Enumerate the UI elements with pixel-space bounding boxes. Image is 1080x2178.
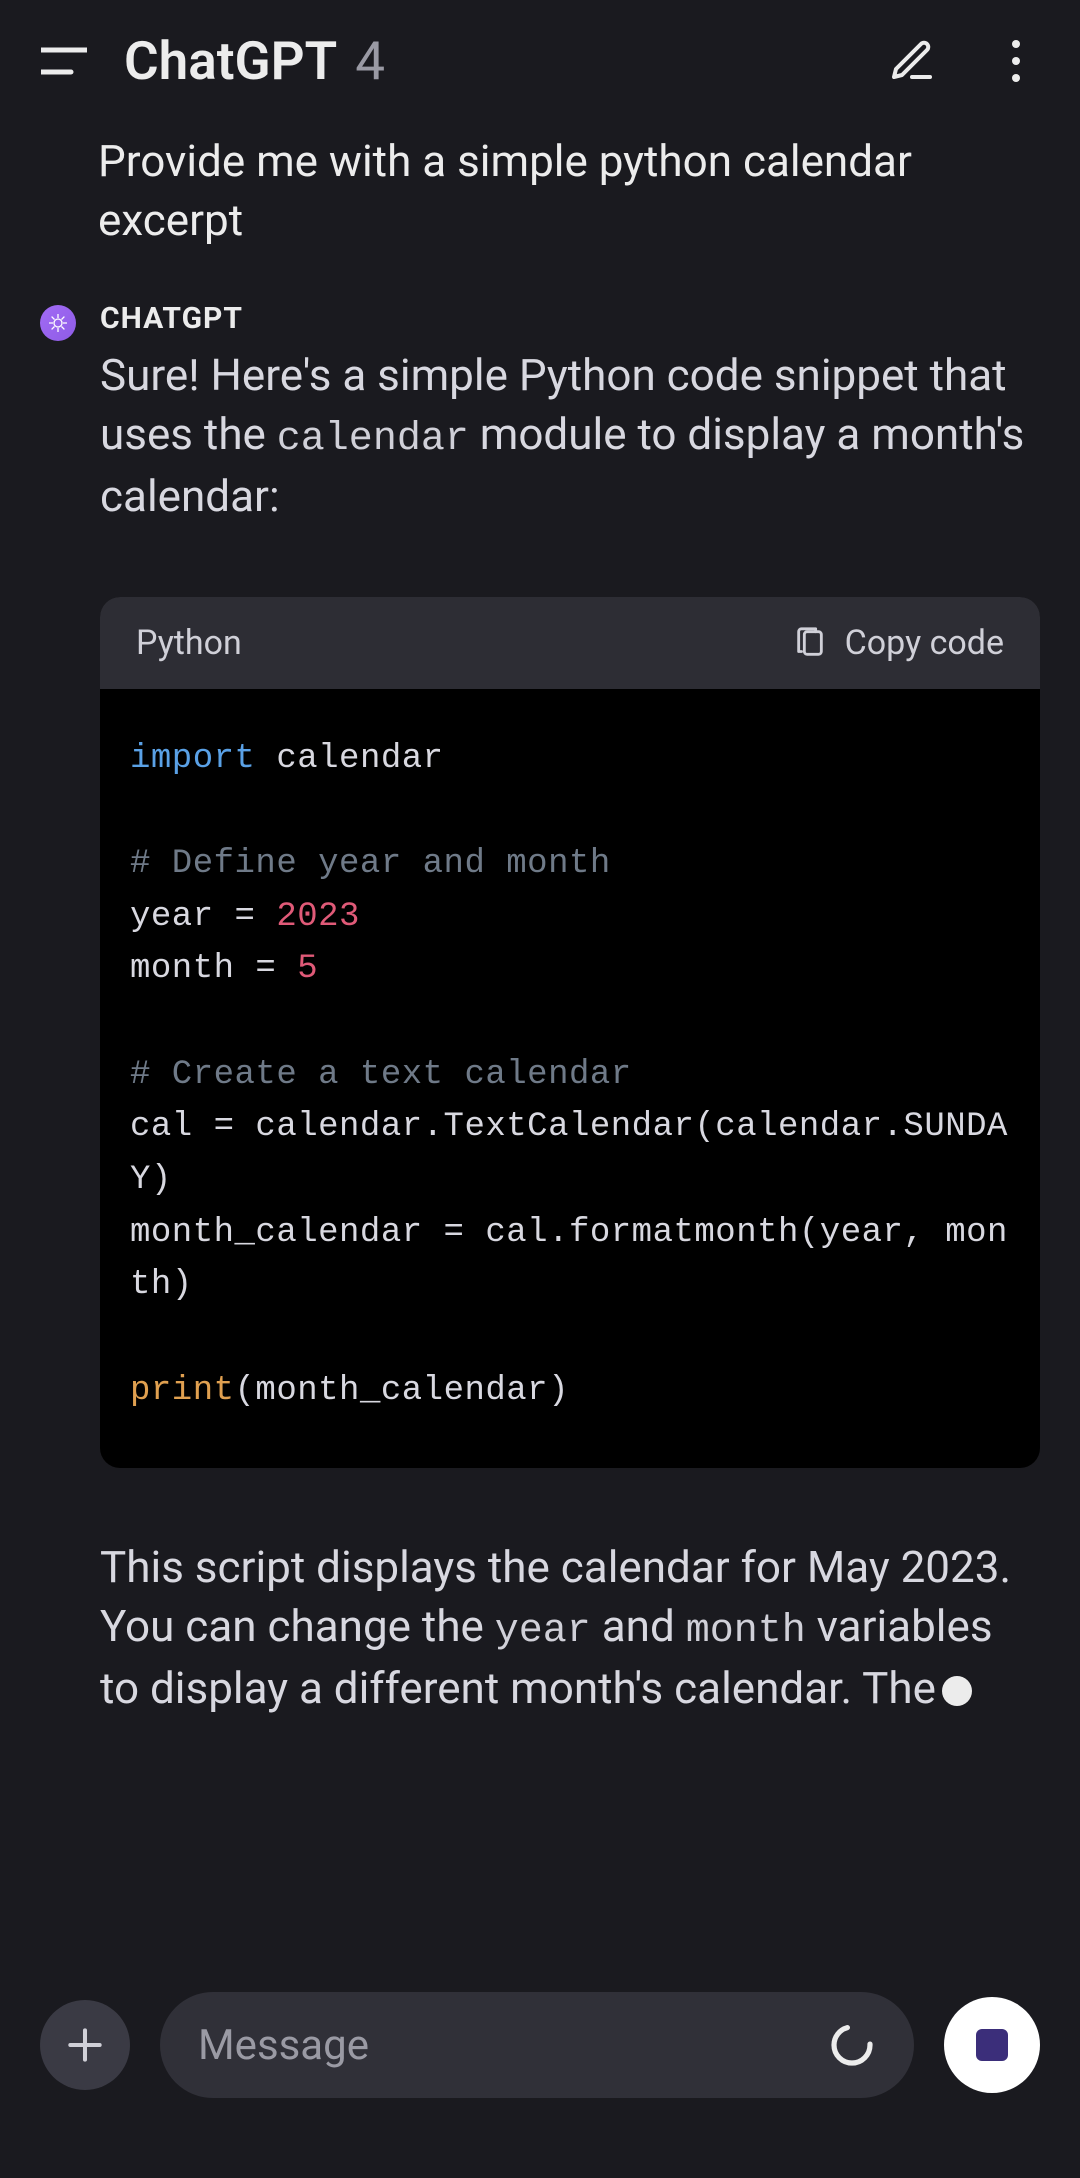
clipboard-icon bbox=[793, 626, 827, 660]
copy-code-label: Copy code bbox=[845, 623, 1004, 663]
assistant-message: CHATGPT Sure! Here's a simple Python cod… bbox=[40, 301, 1040, 1719]
assistant-outro-text: This script displays the calendar for Ma… bbox=[100, 1538, 1040, 1719]
tok-2023: 2023 bbox=[276, 898, 360, 936]
code-language: Python bbox=[136, 623, 242, 663]
assistant-content: CHATGPT Sure! Here's a simple Python cod… bbox=[100, 301, 1040, 1719]
page-title[interactable]: ChatGPT 4 bbox=[124, 30, 852, 92]
inline-code-calendar: calendar bbox=[277, 417, 469, 462]
compose-icon[interactable] bbox=[888, 37, 936, 85]
tok-year: year = bbox=[130, 898, 276, 936]
tok-cal1: cal = calendar.TextCalendar(calendar.SUN… bbox=[130, 1108, 1008, 1199]
inline-code-month: month bbox=[686, 1609, 806, 1654]
tok-cal2: month_calendar = cal.formatmonth(year, m… bbox=[130, 1214, 1008, 1305]
tok-5: 5 bbox=[297, 950, 318, 988]
plus-icon bbox=[63, 2023, 107, 2067]
header-actions bbox=[888, 37, 1040, 85]
assistant-label: CHATGPT bbox=[100, 301, 1040, 336]
copy-code-button[interactable]: Copy code bbox=[793, 623, 1004, 663]
conversation: Provide me with a simple python calendar… bbox=[0, 132, 1080, 1718]
assistant-intro-text: Sure! Here's a simple Python code snippe… bbox=[100, 346, 1040, 527]
stop-button[interactable] bbox=[944, 1997, 1040, 2093]
more-options-icon[interactable] bbox=[992, 37, 1040, 85]
user-message-text: Provide me with a simple python calendar… bbox=[98, 135, 912, 246]
loading-icon bbox=[828, 2021, 876, 2069]
outro-mid: and bbox=[591, 1600, 686, 1652]
code-block: Python Copy code import calendar # Defin… bbox=[100, 597, 1040, 1468]
tok-import: import bbox=[130, 740, 255, 778]
title-main: ChatGPT bbox=[124, 30, 337, 92]
title-version: 4 bbox=[355, 30, 385, 92]
tok-calendar: calendar bbox=[255, 740, 443, 778]
assistant-avatar bbox=[40, 305, 76, 341]
menu-icon[interactable] bbox=[40, 37, 88, 85]
user-message: Provide me with a simple python calendar… bbox=[98, 132, 1040, 251]
tok-comment1: # Define year and month bbox=[130, 845, 611, 883]
code-body: import calendar # Define year and month … bbox=[100, 689, 1040, 1468]
message-placeholder: Message bbox=[198, 2021, 369, 2070]
tok-print: print bbox=[130, 1372, 235, 1410]
tok-comment2: # Create a text calendar bbox=[130, 1056, 632, 1094]
code-header: Python Copy code bbox=[100, 597, 1040, 689]
input-bar: Message bbox=[0, 1992, 1080, 2098]
stop-icon bbox=[976, 2029, 1008, 2061]
message-input[interactable]: Message bbox=[160, 1992, 914, 2098]
attach-button[interactable] bbox=[40, 2000, 130, 2090]
tok-printarg: (month_calendar) bbox=[235, 1372, 569, 1410]
tok-month: month = bbox=[130, 950, 297, 988]
streaming-cursor-icon bbox=[942, 1676, 972, 1706]
inline-code-year: year bbox=[495, 1609, 591, 1654]
app-header: ChatGPT 4 bbox=[0, 0, 1080, 132]
